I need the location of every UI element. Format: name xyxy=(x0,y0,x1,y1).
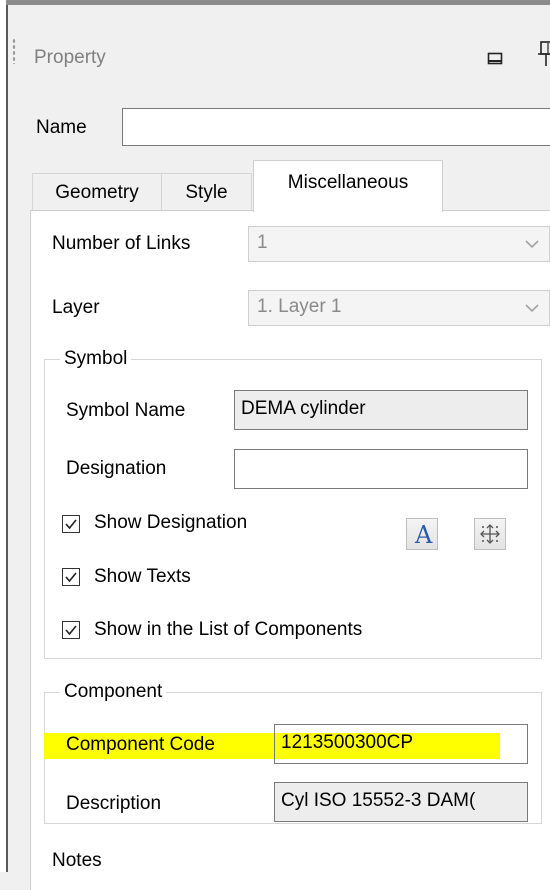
symbol-name-value: DEMA cylinder xyxy=(241,398,366,419)
tab-miscellaneous[interactable]: Miscellaneous xyxy=(253,160,443,212)
component-group-title: Component xyxy=(60,681,167,703)
position-button[interactable] xyxy=(474,518,506,550)
number-of-links-select[interactable]: 1 xyxy=(248,226,550,262)
number-of-links-value: 1 xyxy=(257,232,268,253)
pin-icon[interactable] xyxy=(537,40,550,68)
panel-title: Property xyxy=(34,47,106,68)
description-value: Cyl ISO 15552-3 DAM( xyxy=(281,790,476,811)
show-in-list-checkbox[interactable] xyxy=(62,621,80,639)
tab-style-label: Style xyxy=(185,181,228,203)
description-label: Description xyxy=(66,793,162,814)
symbol-name-label: Symbol Name xyxy=(66,400,186,421)
chevron-down-icon xyxy=(525,240,539,249)
layer-label: Layer xyxy=(52,297,100,318)
tab-geometry-label: Geometry xyxy=(55,181,139,203)
tab-geometry[interactable]: Geometry xyxy=(32,173,162,211)
layer-value: 1. Layer 1 xyxy=(257,296,342,317)
symbol-group-title: Symbol xyxy=(60,348,132,370)
restore-window-icon[interactable] xyxy=(487,50,503,66)
name-label: Name xyxy=(36,117,87,138)
chevron-down-icon xyxy=(525,304,539,313)
font-icon: A xyxy=(415,521,433,549)
designation-label: Designation xyxy=(66,458,167,479)
component-code-label: Component Code xyxy=(66,734,215,755)
panel-top-border xyxy=(6,0,550,5)
number-of-links-label: Number of Links xyxy=(52,233,191,254)
layer-select[interactable]: 1. Layer 1 xyxy=(248,290,550,326)
component-code-field[interactable]: 1213500300CP xyxy=(274,724,528,764)
name-input[interactable] xyxy=(122,108,550,146)
show-designation-checkbox[interactable] xyxy=(62,515,80,533)
description-field[interactable]: Cyl ISO 15552-3 DAM( xyxy=(274,782,528,822)
window-edge xyxy=(0,0,8,872)
show-in-list-label: Show in the List of Components xyxy=(94,619,363,640)
tab-miscellaneous-label: Miscellaneous xyxy=(287,171,409,193)
show-texts-label: Show Texts xyxy=(94,566,191,587)
component-code-value: 1213500300CP xyxy=(281,732,414,753)
font-button[interactable]: A xyxy=(406,518,438,550)
show-texts-checkbox[interactable] xyxy=(62,568,80,586)
symbol-name-field[interactable]: DEMA cylinder xyxy=(234,390,528,430)
designation-input[interactable] xyxy=(234,449,528,489)
show-designation-label: Show Designation xyxy=(94,512,248,533)
position-icon xyxy=(480,524,500,544)
notes-label: Notes xyxy=(52,850,102,871)
tab-style[interactable]: Style xyxy=(162,173,252,211)
drag-grip-icon[interactable] xyxy=(12,38,16,64)
